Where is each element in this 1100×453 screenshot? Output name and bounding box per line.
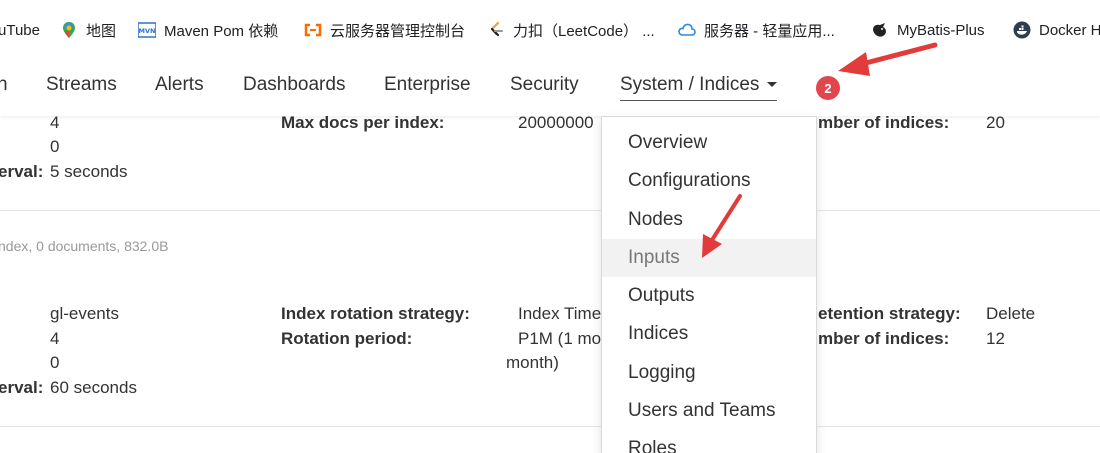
row-divider (0, 426, 1100, 427)
docker-icon (1013, 21, 1031, 39)
menu-item-logging[interactable]: Logging (602, 354, 816, 392)
bookmark-label: 云服务器管理控制台 (330, 22, 466, 40)
bookmark-label: 地图 (86, 22, 117, 40)
bookmark-aliyun[interactable]: 云服务器管理控制台 (304, 19, 465, 41)
max-docs-label: Max docs per index: (281, 113, 445, 132)
interval-label: erval: (0, 378, 44, 397)
row-divider (0, 210, 1100, 211)
menu-item-users-and-teams[interactable]: Users and Teams (602, 392, 816, 430)
nav-item-streams[interactable]: Streams (46, 74, 117, 96)
bookmark-maven[interactable]: MVN Maven Pom 依赖 (138, 19, 278, 41)
interval-label: erval: (0, 162, 44, 181)
main-nav: h Streams Alerts Dashboards Enterprise S… (0, 58, 1100, 116)
chevron-down-icon (767, 82, 778, 88)
menu-item-nodes[interactable]: Nodes (602, 201, 816, 239)
bookmark-label: Docker H (1039, 21, 1100, 39)
rotation-strategy-value: Index Time (518, 304, 602, 323)
bookmark-youtube[interactable]: uTube (0, 19, 40, 41)
index-set-summary: ndex, 0 documents, 832.0B (0, 238, 169, 254)
nav-item-enterprise[interactable]: Enterprise (384, 74, 471, 96)
bookmark-label: 力扣（LeetCode） ... (513, 22, 655, 40)
max-indices-label: mber of indices: (818, 329, 950, 348)
max-indices-label: mber of indices: (818, 113, 950, 132)
replicas-value: 0 (50, 137, 60, 156)
maps-icon (63, 22, 75, 38)
bookmark-maps[interactable]: 地图 (60, 19, 116, 41)
nav-item-dashboards[interactable]: Dashboards (243, 74, 345, 96)
rotation-period-value-cont: month) (506, 353, 559, 372)
interval-value: 5 seconds (50, 162, 128, 181)
mybatis-icon (873, 23, 886, 37)
replicas-value: 0 (50, 353, 60, 372)
bookmark-docker[interactable]: Docker H (1013, 19, 1100, 41)
rotation-strategy-label: Index rotation strategy: (281, 304, 470, 323)
cloud-icon (678, 23, 696, 36)
retention-strategy-value: Delete (986, 304, 1036, 323)
menu-item-configurations[interactable]: Configurations (602, 162, 816, 200)
shards-value: 4 (50, 113, 60, 132)
svg-text:MVN: MVN (139, 27, 156, 35)
max-docs-value: 20000000 (518, 113, 594, 132)
bookmark-label: 服务器 - 轻量应用... (704, 22, 835, 40)
bookmark-label: MyBatis-Plus (897, 21, 985, 39)
nav-item-alerts[interactable]: Alerts (155, 74, 204, 96)
menu-item-indices[interactable]: Indices (602, 315, 816, 353)
mvn-icon: MVN (138, 22, 156, 38)
nav-item-system-indices[interactable]: System / Indices (620, 74, 778, 101)
nav-item-security[interactable]: Security (510, 74, 579, 96)
max-indices-value: 12 (986, 329, 1005, 348)
interval-value: 60 seconds (50, 378, 137, 397)
shards-value: 4 (50, 329, 60, 348)
system-dropdown-menu: Overview Configurations Nodes Inputs Out… (601, 116, 817, 453)
aliyun-icon (304, 23, 322, 37)
index-sets-list: 4 0 erval: 5 seconds Max docs per index:… (0, 113, 1100, 453)
bookmarks-bar: uTube 地图 MVN Maven Pom 依赖 云服务器管理控制台 力扣（L… (0, 0, 1100, 58)
nav-item-search[interactable]: h (0, 74, 8, 96)
leetcode-icon (490, 21, 503, 37)
bookmark-leetcode[interactable]: 力扣（LeetCode） ... (487, 19, 655, 41)
menu-item-outputs[interactable]: Outputs (602, 277, 816, 315)
bookmark-mybatis[interactable]: MyBatis-Plus (871, 19, 985, 41)
menu-item-inputs[interactable]: Inputs (602, 239, 816, 277)
rotation-period-label: Rotation period: (281, 329, 413, 348)
bookmark-label: Maven Pom 依赖 (164, 22, 279, 40)
retention-strategy-label: etention strategy: (818, 304, 961, 323)
notification-badge[interactable]: 2 (816, 76, 840, 100)
menu-item-roles[interactable]: Roles (602, 430, 816, 453)
max-indices-value: 20 (986, 113, 1005, 132)
index-prefix-value: gl-events (50, 304, 119, 323)
menu-item-overview[interactable]: Overview (602, 124, 816, 162)
bookmark-server[interactable]: 服务器 - 轻量应用... (678, 19, 835, 41)
nav-item-system-label: System / Indices (620, 74, 760, 95)
bookmark-label: uTube (0, 21, 40, 39)
rotation-period-value: P1M (1 mo (518, 329, 602, 348)
